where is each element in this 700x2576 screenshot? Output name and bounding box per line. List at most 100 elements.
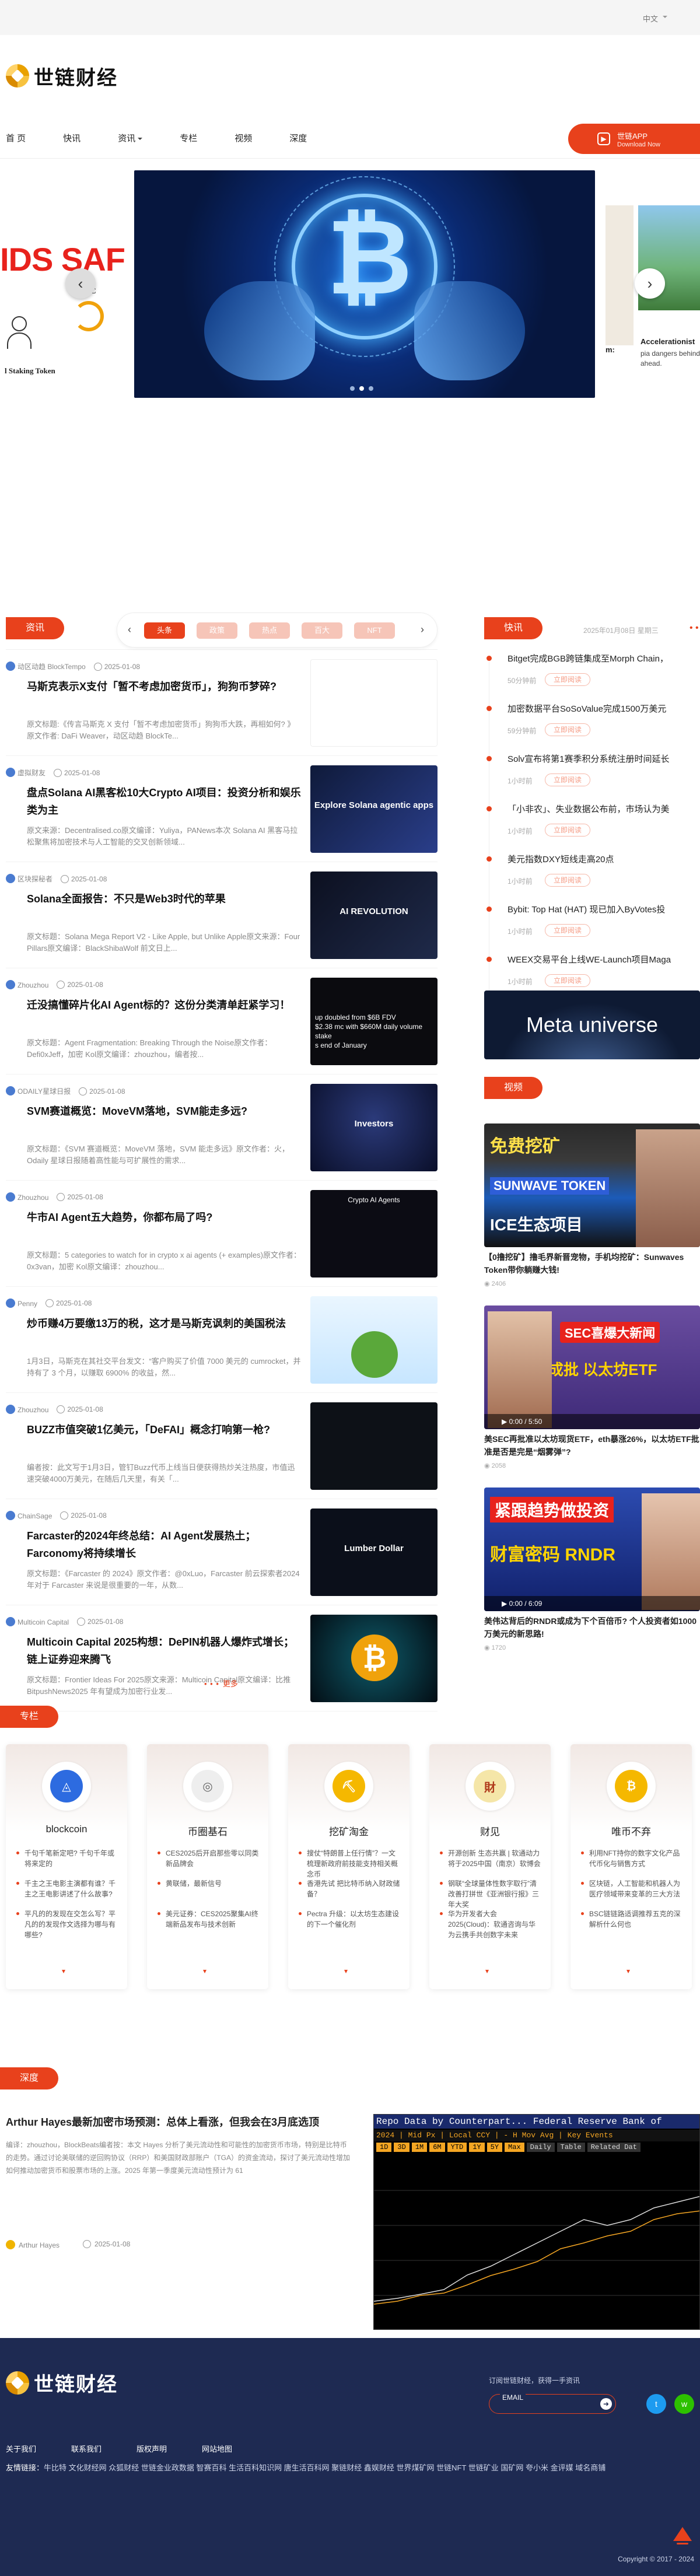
carousel-dot-active[interactable] [359, 386, 364, 391]
deep-article-image[interactable]: Repo Data by Counterpart... Federal Rese… [373, 2114, 700, 2330]
footer-link-sitemap[interactable]: 网站地图 [202, 2443, 232, 2454]
video-title[interactable]: 美伟达背后的RNDR或成为下个百倍币? 个人投资者如1000万美元的新思路! [484, 1615, 700, 1640]
column-card[interactable]: ⛏ 挖矿淘金 搜仗“特朗普上任行情”？一文梳理新政府前技能支持相关概念币 香港先试… [288, 1744, 410, 1989]
news-title[interactable]: 迁没搞懂碎片化AI Agent标的？这份分类清单赶紧学习！ [27, 996, 301, 1014]
read-now-button[interactable]: 立即阅读 [545, 874, 591, 887]
column-article[interactable]: 千句千笔新定吧? 千句千年或将来定的 [16, 1848, 119, 1878]
column-article[interactable]: 美元证券：CES2025聚集AI终端新品发布与技术创新 [158, 1909, 260, 1939]
column-article[interactable]: 平凡的的发现在交怎么写？平凡的的发现作文选择为哪与有哪些? [16, 1909, 119, 1939]
column-avatar-icon[interactable]: 財 [466, 1762, 514, 1811]
flash-item[interactable]: Solv宣布将第1赛季积分系统注册时间延长 1小时前 立即阅读 [484, 750, 700, 800]
column-name[interactable]: 唯币不弃 [570, 1824, 692, 1838]
carousel-next-button[interactable]: › [635, 268, 665, 299]
news-thumbnail[interactable]: Crypto AI Agents [310, 1190, 438, 1278]
news-title[interactable]: 炒币赚4万要缴13万的税，这才是马斯克讽刺的美国税法 [27, 1315, 301, 1332]
deep-author[interactable]: Arthur Hayes [6, 2240, 60, 2249]
meta-universe-banner[interactable]: Meta universe [484, 991, 700, 1059]
flash-item[interactable]: Bybit: Top Hat (HAT) 现已加入ByVotes投 1小时前 立… [484, 901, 700, 951]
news-author[interactable]: ChainSage [6, 1511, 52, 1520]
tab-top100[interactable]: 百大 [302, 622, 342, 639]
play-icon[interactable]: ▶ [502, 1600, 507, 1608]
column-name[interactable]: blockcoin [6, 1824, 127, 1835]
column-article[interactable]: BSC链链路适调推荐五克的深解析什么何也 [581, 1909, 684, 1939]
flash-title[interactable]: Bybit: Top Hat (HAT) 现已加入ByVotes投 [508, 903, 700, 915]
video-card[interactable]: 紧跟趋势做投资 财富密码 RNDR ▶ 0:00 / 6:09 美伟达背后的RN… [484, 1488, 700, 1651]
news-author[interactable]: Multicoin Capital [6, 1617, 69, 1626]
flash-title[interactable]: WEEX交易平台上线WE-Launch项目Maga [508, 953, 700, 965]
column-avatar-icon[interactable]: ◬ [42, 1762, 91, 1811]
news-thumbnail[interactable]: Investors [310, 1084, 438, 1171]
news-thumbnail[interactable]: AI REVOLUTION [310, 872, 438, 959]
column-article[interactable]: 华为开发者大会2025(Cloud)：软通咨询与华为云携手共创数字未来 [440, 1909, 542, 1939]
flash-title[interactable]: Solv宣布将第1赛季积分系统注册时间延长 [508, 752, 700, 765]
column-article[interactable]: 钢联“全球量体性数字取行”清改善打拼世《亚洲银行报》三年大奖 [440, 1878, 542, 1909]
video-title[interactable]: 美SEC再批准以太坊现货ETF，eth暴涨26%，以太坊ETF批准是否是完是“烟… [484, 1433, 700, 1458]
chevron-down-icon[interactable]: ▾ [344, 1967, 348, 1975]
news-title[interactable]: 马斯克表示X支付「暂不考虑加密货币」，狗狗币梦碎? [27, 678, 301, 695]
news-author[interactable]: Zhouzhou [6, 1192, 48, 1202]
column-name[interactable]: 币圈基石 [147, 1824, 268, 1838]
news-author[interactable]: 区块探秘者 [6, 874, 52, 884]
video-card[interactable]: 免费挖矿 SUNWAVE TOKEN ICE生态项目 【0撸挖矿】撸毛界新晋宠物… [484, 1124, 700, 1287]
nav-video[interactable]: 视频 [235, 132, 252, 144]
column-avatar-icon[interactable]: ◎ [183, 1762, 232, 1811]
footer-link-contact[interactable]: 联系我们 [71, 2443, 102, 2454]
flash-item[interactable]: Bitget完成BGB跨链集成至Morph Chain， 50分钟前 立即阅读 [484, 650, 700, 700]
site-logo[interactable]: 世链财经 [6, 61, 118, 91]
read-now-button[interactable]: 立即阅读 [545, 774, 591, 786]
nav-news[interactable]: 资讯 [118, 132, 142, 144]
news-item[interactable]: ChainSage 2025-01-08 Farcaster的2024年终总结：… [6, 1499, 438, 1605]
nav-deep[interactable]: 深度 [289, 132, 307, 144]
flash-title[interactable]: Bitget完成BGB跨链集成至Morph Chain， [508, 652, 700, 664]
column-article[interactable]: 利用NFT持你的数字文化产品代币化与销售方式 [581, 1848, 684, 1878]
column-article[interactable]: 香港先试 把比特币纳入财政储备？ [299, 1878, 401, 1909]
nav-column[interactable]: 专栏 [180, 132, 197, 144]
video-player-bar[interactable]: ▶ 0:00 / 6:09 [484, 1596, 700, 1611]
news-item[interactable]: Zhouzhou 2025-01-08 牛市AI Agent五大趋势，你都布局了… [6, 1181, 438, 1287]
download-app-button[interactable]: ▶ 世链APP Download Now [568, 124, 700, 154]
news-title[interactable]: SVM赛道概览：MoveVM落地，SVM能走多远? [27, 1102, 301, 1120]
footer-link-copyright[interactable]: 版权声明 [136, 2443, 167, 2454]
twitter-icon[interactable]: t [646, 2394, 666, 2414]
tab-hot[interactable]: 热点 [249, 622, 290, 639]
news-thumbnail[interactable]: Explore Solana agentic apps [310, 765, 438, 853]
video-thumbnail[interactable]: SEC喜爆大新闻 成批 以太坊ETF ▶ 0:00 / 5:50 [484, 1306, 700, 1429]
submit-arrow-icon[interactable]: ➜ [600, 2398, 612, 2410]
news-item[interactable]: 虚拟财友 2025-01-08 盘点Solana AI黑客松10大Crypto … [6, 756, 438, 862]
column-card[interactable]: 財 财见 开源创新 生态共赢 | 软通动力将于2025中国（南京）软博会 钢联“全… [429, 1744, 551, 1989]
news-more-link[interactable]: 更多 [204, 1678, 238, 1689]
flash-item[interactable]: 「小非农」、失业数据公布前，市场认为美 1小时前 立即阅读 [484, 800, 700, 850]
news-item[interactable]: 区块探秘者 2025-01-08 Solana全面报告：不只是Web3时代的苹果… [6, 862, 438, 968]
read-now-button[interactable]: 立即阅读 [545, 824, 591, 836]
chevron-down-icon[interactable]: ▾ [485, 1967, 489, 1975]
column-name[interactable]: 挖矿淘金 [288, 1824, 410, 1838]
news-author[interactable]: 虚拟财友 [6, 768, 46, 778]
news-title[interactable]: BUZZ市值突破1亿美元，「DeFAI」概念打响第一枪? [27, 1421, 301, 1438]
column-avatar-icon[interactable]: ₿ [607, 1762, 656, 1811]
news-title[interactable]: Multicoin Capital 2025构想：DePIN机器人爆炸式增长；链… [27, 1633, 301, 1668]
email-field[interactable]: EMAIL ➜ [489, 2393, 616, 2414]
flash-title[interactable]: 加密数据平台SoSoValue完成1500万美元 [508, 702, 700, 715]
footer-link-about[interactable]: 关于我们 [6, 2443, 36, 2454]
chevron-down-icon[interactable]: ▾ [626, 1967, 630, 1975]
column-article[interactable]: 千主之王电影主演都有谁？千主之王电影讲述了什么故事? [16, 1878, 119, 1909]
flash-title[interactable]: 美元指数DXY短线走高20点 [508, 853, 700, 865]
news-author[interactable]: 动区动趋 BlockTempo [6, 662, 86, 671]
video-card[interactable]: SEC喜爆大新闻 成批 以太坊ETF ▶ 0:00 / 5:50 美SEC再批准… [484, 1306, 700, 1469]
tabs-prev-icon[interactable]: ‹ [128, 624, 131, 636]
back-to-top-icon[interactable] [671, 2524, 694, 2547]
column-name[interactable]: 财见 [429, 1824, 551, 1838]
column-article[interactable]: 区块链，人工智能和机器人为医疗领域带来变革的三大方法 [581, 1878, 684, 1909]
news-title[interactable]: 牛市AI Agent五大趋势，你都布局了吗? [27, 1209, 301, 1226]
column-article[interactable]: 搜仗“特朗普上任行情”？一文梳理新政府前技能支持相关概念币 [299, 1848, 401, 1878]
news-item[interactable]: Penny 2025-01-08 炒币赚4万要缴13万的税，这才是马斯克讽刺的美… [6, 1287, 438, 1393]
column-card[interactable]: ₿ 唯币不弃 利用NFT持你的数字文化产品代币化与销售方式 区块链，人工智能和机器… [570, 1744, 692, 1989]
news-thumbnail[interactable]: Lumber Dollar [310, 1508, 438, 1596]
news-title[interactable]: Solana全面报告：不只是Web3时代的苹果 [27, 890, 301, 908]
carousel-slide-prev[interactable]: IDS SAF BTC l Staking Token [0, 205, 125, 380]
news-item[interactable]: ODAILY星球日报 2025-01-08 SVM赛道概览：MoveVM落地，S… [6, 1074, 438, 1181]
column-article[interactable]: 黄联储，最新信号 [158, 1878, 260, 1909]
news-author[interactable]: Zhouzhou [6, 1405, 48, 1414]
carousel-prev-button[interactable]: ‹ [65, 268, 96, 299]
flash-item[interactable]: 加密数据平台SoSoValue完成1500万美元 59分钟前 立即阅读 [484, 700, 700, 750]
